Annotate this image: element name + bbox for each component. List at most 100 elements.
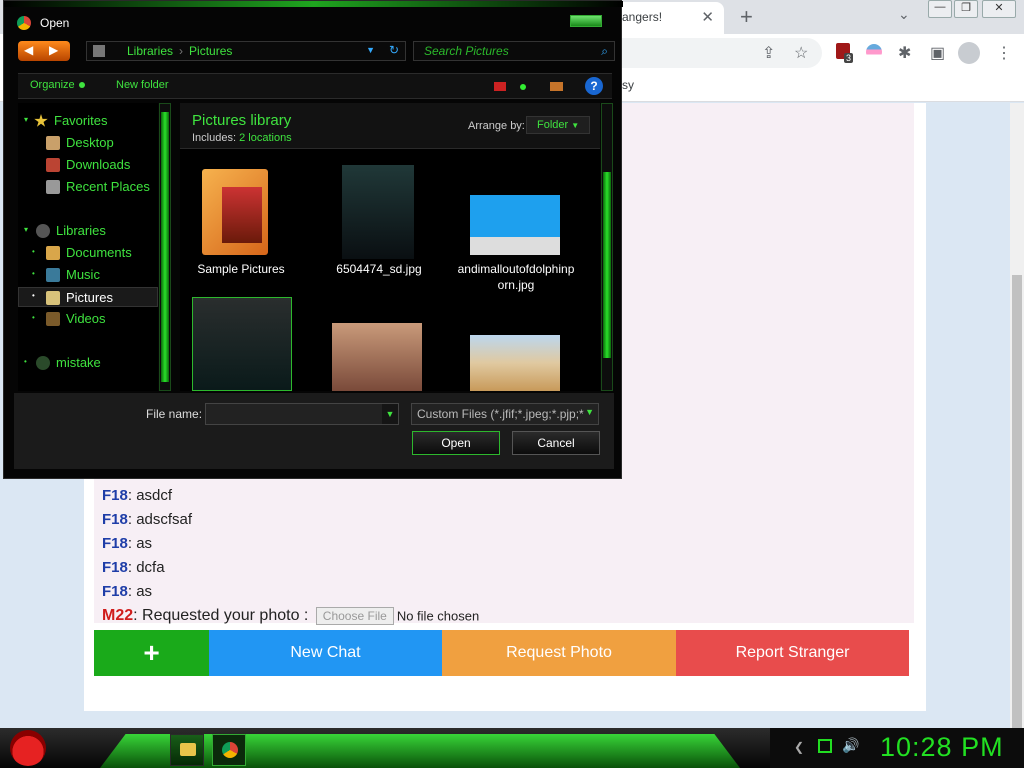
tab-search-button[interactable]: ⌄ <box>898 6 910 23</box>
tree-videos[interactable]: • Videos <box>18 309 158 329</box>
minimize-button[interactable]: — <box>928 0 952 18</box>
user-tag: F18 <box>102 583 128 600</box>
library-icon <box>93 45 105 57</box>
bookmark-item[interactable]: sy <box>622 78 634 92</box>
refresh-icon[interactable]: ↻ <box>389 43 399 57</box>
close-window-button[interactable]: ✕ <box>982 0 1016 18</box>
tray-arrow-icon[interactable]: ❮ <box>794 740 804 754</box>
search-placeholder: Search Pictures <box>424 44 509 58</box>
address-bar[interactable] <box>600 38 822 68</box>
user-tag: F18 <box>102 559 128 576</box>
tree-desktop[interactable]: Desktop <box>18 133 158 153</box>
dialog-title: Open <box>40 16 70 30</box>
library-title: Pictures library <box>192 112 292 129</box>
page-scrollbar[interactable] <box>1010 103 1024 745</box>
tree-favorites[interactable]: ▾ Favorites <box>18 111 158 131</box>
file-thumbnail[interactable] <box>470 195 560 255</box>
scrollbar-thumb[interactable] <box>1012 275 1022 745</box>
new-tab-button[interactable]: + <box>740 4 753 30</box>
volume-icon[interactable]: 🔊 <box>842 737 859 754</box>
nav-back-forward[interactable]: ◀ ▶ <box>18 41 70 61</box>
restore-button[interactable]: ❐ <box>954 0 978 18</box>
open-button[interactable]: Open <box>412 431 500 455</box>
files-scroll-thumb[interactable] <box>603 172 611 358</box>
chrome-taskbar-icon[interactable] <box>212 734 246 766</box>
library-includes: Includes: 2 locations <box>192 132 292 144</box>
tree-pictures[interactable]: • Pictures <box>18 287 158 307</box>
arrange-by-dropdown[interactable]: Folder ▼ <box>526 116 590 134</box>
filter-dropdown-icon[interactable]: ▼ <box>585 407 594 417</box>
report-stranger-button[interactable]: Report Stranger <box>676 630 909 676</box>
file-sample-pictures[interactable]: Sample Pictures <box>182 261 300 277</box>
file-thumbnail[interactable] <box>470 335 560 391</box>
files-scrollbar[interactable] <box>601 103 613 391</box>
file-6504474-sd[interactable]: 6504474_sd.jpg <box>320 261 438 277</box>
pictures-icon <box>46 291 60 305</box>
tree-documents[interactable]: • Documents <box>18 243 158 263</box>
profile-avatar[interactable] <box>958 42 980 64</box>
file-name-dropdown-icon[interactable]: ▼ <box>382 404 398 424</box>
extension-flag-icon[interactable] <box>866 44 882 60</box>
chat-message: F18: as <box>102 583 152 600</box>
homegroup-icon <box>36 356 50 370</box>
search-input[interactable]: Search Pictures ⌕ <box>413 41 615 61</box>
network-icon[interactable] <box>818 739 832 753</box>
message-text: : adscfsaf <box>127 511 193 528</box>
address-breadcrumb[interactable]: Libraries › Pictures ▼ <box>86 41 406 61</box>
explorer-taskbar-icon[interactable] <box>170 734 204 766</box>
chat-message: F18: asdcf <box>102 487 172 504</box>
choose-file-button[interactable]: Choose File <box>315 607 394 625</box>
back-arrow-icon[interactable]: ◀ <box>24 43 33 57</box>
share-icon[interactable]: ⇪ <box>762 43 775 63</box>
user-tag: F18 <box>102 535 128 552</box>
tree-music[interactable]: • Music <box>18 265 158 285</box>
new-folder-button[interactable]: New folder <box>116 79 169 91</box>
file-andimall[interactable]: andimalloutofdolphinporn.jpg <box>456 261 576 293</box>
taskbar-clock[interactable]: 10:28 PM <box>880 732 1004 763</box>
organize-button[interactable]: Organize <box>30 79 85 91</box>
file-thumbnail[interactable] <box>342 165 414 259</box>
message-text: : asdcf <box>127 487 173 504</box>
tree-scroll-thumb[interactable] <box>161 112 169 382</box>
chat-message: F18: as <box>102 535 152 552</box>
sample-pictures-folder-icon[interactable] <box>202 169 268 255</box>
new-chat-button[interactable]: New Chat <box>209 630 442 676</box>
tree-mistake[interactable]: • mistake <box>18 353 158 373</box>
file-thumbnail[interactable] <box>332 323 422 391</box>
search-icon[interactable]: ⌕ <box>601 44 608 59</box>
includes-locations-link[interactable]: 2 locations <box>239 132 292 144</box>
arrange-by-label: Arrange by: <box>468 120 525 132</box>
menu-kebab-icon[interactable]: ⋮ <box>996 43 1012 63</box>
tree-recent-places[interactable]: Recent Places <box>18 177 158 197</box>
breadcrumb-libraries[interactable]: Libraries <box>127 44 173 58</box>
bookmark-star-icon[interactable]: ☆ <box>794 43 808 63</box>
recent-places-icon <box>46 180 60 194</box>
downloads-icon <box>46 158 60 172</box>
add-button[interactable]: + <box>94 630 209 676</box>
command-bar: Organize New folder ? <box>18 73 612 99</box>
request-photo-button[interactable]: Request Photo <box>442 630 676 676</box>
preview-pane-icon[interactable] <box>550 82 563 91</box>
file-type-filter[interactable]: Custom Files (*.jfif;*.jpeg;*.pjp;* ▼ <box>411 403 599 425</box>
videos-icon <box>46 312 60 326</box>
help-icon[interactable]: ? <box>585 77 603 95</box>
view-dropdown-icon[interactable] <box>520 84 526 90</box>
browser-tab[interactable]: angers! ✕ <box>612 2 724 34</box>
tree-libraries[interactable]: ▾ Libraries <box>18 221 158 241</box>
tree-scrollbar[interactable] <box>159 103 171 391</box>
tree-downloads[interactable]: Downloads <box>18 155 158 175</box>
extensions-puzzle-icon[interactable]: ✱ <box>898 43 911 63</box>
breadcrumb-dropdown-icon[interactable]: ▼ <box>366 45 375 55</box>
start-button-icon[interactable] <box>10 730 46 766</box>
user-tag: M22 <box>102 607 134 625</box>
side-panel-icon[interactable]: ▣ <box>930 43 945 63</box>
dialog-close-button[interactable] <box>570 15 602 27</box>
breadcrumb-pictures[interactable]: Pictures <box>189 44 232 58</box>
selected-file-thumbnail[interactable] <box>192 297 292 391</box>
tab-title: angers! <box>622 10 663 24</box>
forward-arrow-icon[interactable]: ▶ <box>49 43 58 57</box>
tab-close-icon[interactable]: ✕ <box>701 8 714 26</box>
file-name-input[interactable]: ▼ <box>205 403 399 425</box>
view-options-icon[interactable] <box>494 82 506 91</box>
cancel-button[interactable]: Cancel <box>512 431 600 455</box>
